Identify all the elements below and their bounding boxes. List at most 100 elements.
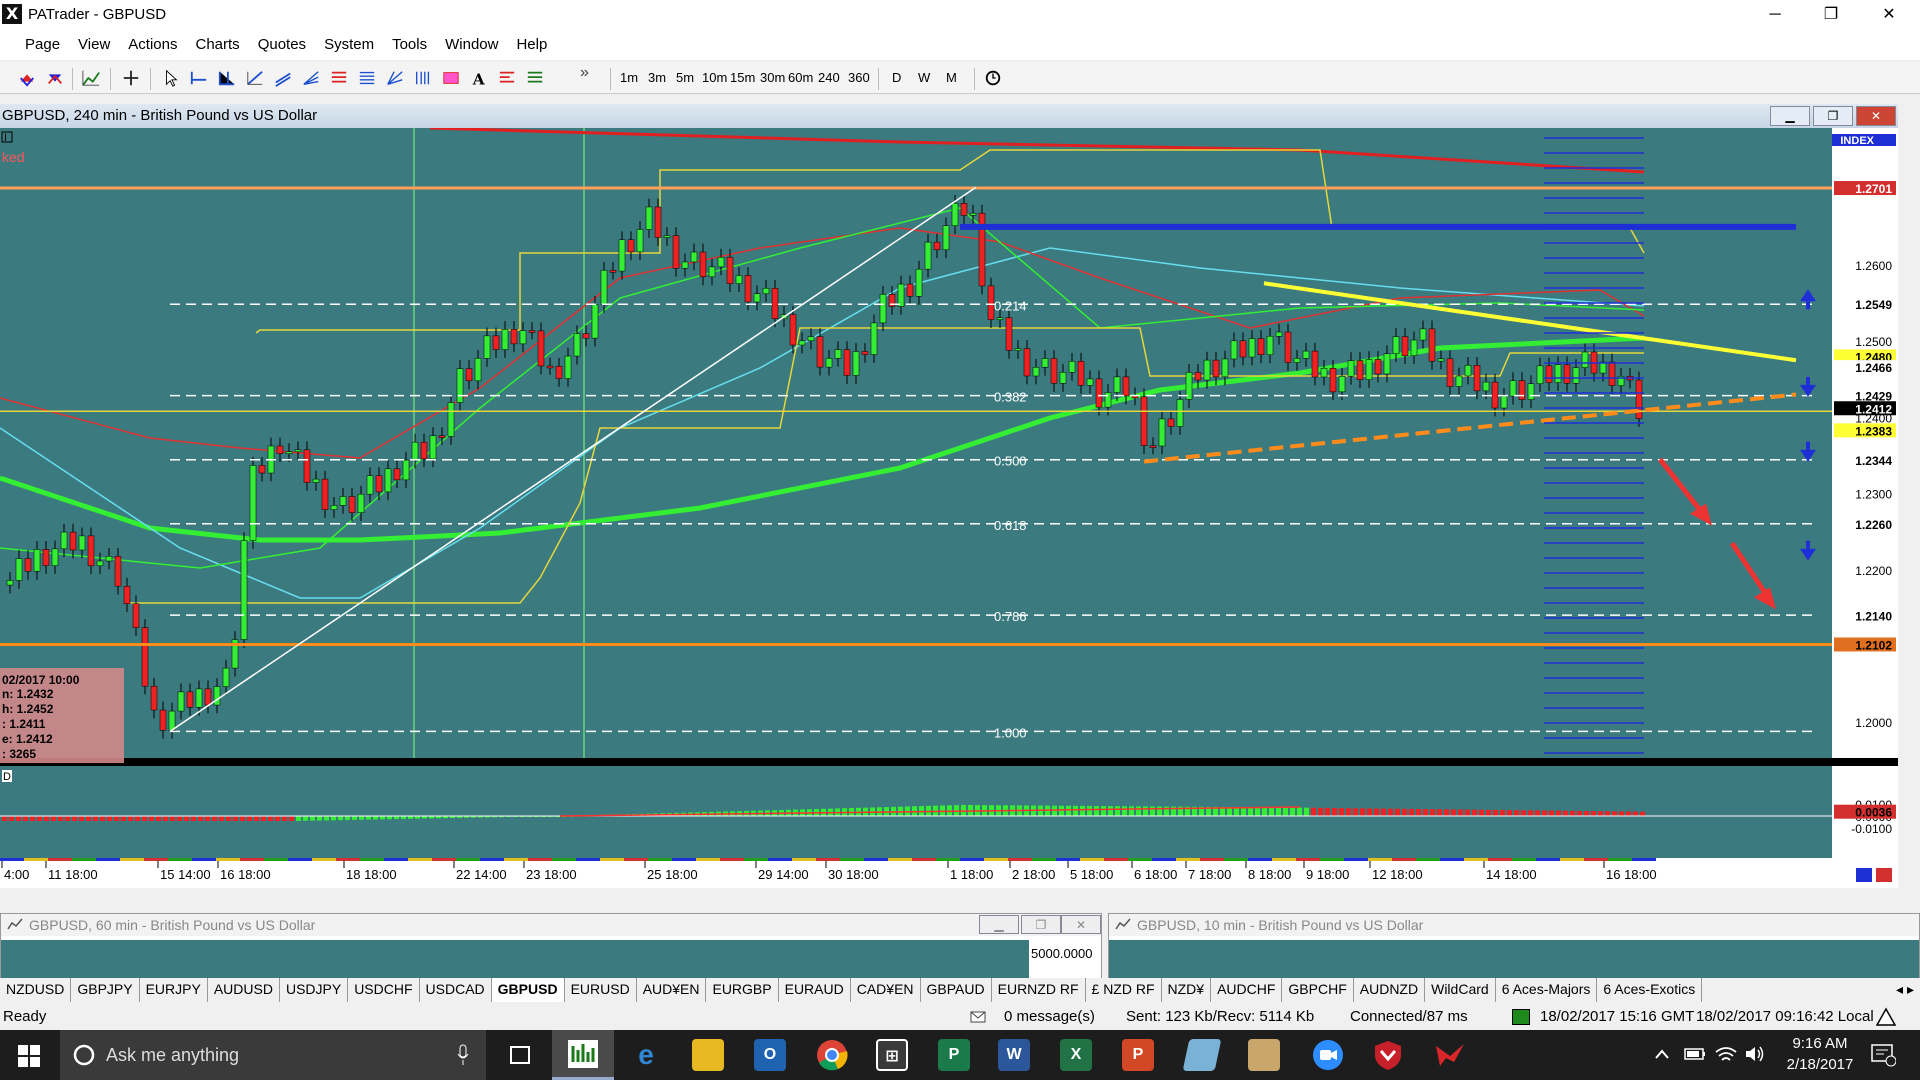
word-icon[interactable]: W [998,1039,1030,1071]
symbol-tab[interactable]: USDCHF [348,978,420,1002]
symbol-tab[interactable]: AUDUSD [208,978,280,1002]
subwindow-close-button[interactable]: ✕ [1061,915,1101,934]
zoom-app-icon[interactable] [1312,1039,1344,1071]
menu-system[interactable]: System [315,30,383,60]
symbol-tab[interactable]: CAD¥EN [851,978,921,1002]
subwindow-minimize-button[interactable]: ▁ [979,915,1019,934]
status-messages[interactable]: 0 message(s) [1004,1008,1095,1025]
symbol-tab[interactable]: GBPUSD [491,978,565,1002]
symbol-tab[interactable]: AUD¥EN [637,978,707,1002]
symbol-tab[interactable]: EURNZD RF [992,978,1086,1002]
menu-quotes[interactable]: Quotes [249,30,315,60]
shield-app-icon[interactable] [1372,1039,1404,1071]
chart-close-button[interactable]: ✕ [1856,106,1896,126]
channel-icon[interactable] [272,68,294,88]
fibonacci-fan-icon[interactable] [300,68,322,88]
fibonacci-retracement-icon[interactable] [328,68,350,88]
timeframe-1m[interactable]: 1m [620,70,638,85]
timeframe-weekly[interactable]: W [918,70,930,85]
timeframe-5m[interactable]: 5m [676,70,694,85]
action-center-icon[interactable] [1870,1043,1896,1067]
edge-browser-icon[interactable]: e [630,1039,662,1071]
gann-fan-icon[interactable] [384,68,406,88]
symbol-tab[interactable]: WildCard [1425,978,1496,1002]
powerpoint-icon[interactable]: P [1122,1039,1154,1071]
cortana-search-box[interactable]: Ask me anything [60,1030,486,1080]
menu-help[interactable]: Help [507,30,556,60]
volume-icon[interactable] [1744,1044,1766,1064]
crosshair-icon[interactable] [120,68,142,88]
timeframe-30m[interactable]: 30m [760,70,785,85]
bird-app-icon[interactable] [1434,1042,1466,1068]
symbol-tab[interactable]: GBPAUD [921,978,992,1002]
store-icon[interactable]: ⊞ [876,1039,908,1071]
clock-icon[interactable] [982,68,1004,88]
timeframe-60m[interactable]: 60m [788,70,813,85]
chart-minimize-button[interactable]: ▁ [1770,106,1810,126]
timeframe-3m[interactable]: 3m [648,70,666,85]
chart-panel[interactable]: INDEX I ked 0.214 0.382 0.500 0.618 0.786 1.0… [0,128,1898,888]
subwindow-restore-button[interactable]: ❐ [1021,915,1061,934]
excel-icon[interactable]: X [1060,1039,1092,1071]
subwindow-60min[interactable]: GBPUSD, 60 min - British Pound vs US Dol… [0,913,1102,978]
timeframe-10m[interactable]: 10m [702,70,727,85]
subwindow-60min-plot[interactable]: 5000.0000 [1,940,1101,978]
minimize-button[interactable]: ─ [1752,0,1798,30]
restore-button[interactable]: ❐ [1808,0,1854,30]
symbol-tab[interactable]: NZDUSD [0,978,72,1002]
microphone-icon[interactable] [456,1044,470,1066]
fibonacci-extension-icon[interactable] [356,68,378,88]
rectangle-icon[interactable] [440,68,462,88]
symbol-tab[interactable]: 6 Aces-Majors [1496,978,1598,1002]
text-icon[interactable]: A [468,68,490,88]
label-icon[interactable] [496,68,518,88]
symbol-tab[interactable]: EURUSD [565,978,637,1002]
symbol-tab[interactable]: GBPJPY [71,978,140,1002]
symbol-tab[interactable]: USDCAD [420,978,492,1002]
timeframe-360[interactable]: 360 [848,70,870,85]
mail-icon[interactable] [970,1011,986,1023]
menu-page[interactable]: Page [16,30,69,60]
symbol-tab[interactable]: EURAUD [779,978,851,1002]
new-chart-icon[interactable] [80,68,102,88]
vertical-line-icon[interactable] [216,68,238,88]
sell-order-icon[interactable] [44,68,66,88]
menu-tools[interactable]: Tools [383,30,436,60]
timeframe-monthly[interactable]: M [946,70,957,85]
taskbar-clock-date[interactable]: 2/18/2017 [1780,1056,1860,1073]
outlook-icon[interactable]: O [754,1039,786,1071]
trend-line-icon[interactable] [244,68,266,88]
toolbar-overflow-button[interactable]: » [580,64,589,82]
chart-zoom-icon[interactable] [1856,868,1872,882]
symbol-tab[interactable]: £ NZD RF [1086,978,1162,1002]
price-chart[interactable]: INDEX I ked 0.214 0.382 0.500 0.618 0.786 1.0… [0,128,1898,888]
notes-app-icon[interactable] [1182,1039,1222,1071]
pointer-icon[interactable] [160,68,182,88]
timeframe-daily[interactable]: D [892,70,901,85]
battery-icon[interactable] [1684,1047,1706,1061]
taskbar-clock-time[interactable]: 9:16 AM [1780,1035,1860,1052]
buy-order-icon[interactable] [16,68,38,88]
symbol-tab[interactable]: EURGBP [706,978,779,1002]
symbol-tab[interactable]: AUDNZD [1354,978,1426,1002]
menu-window[interactable]: Window [436,30,507,60]
symbol-tab[interactable]: GBPCHF [1282,978,1354,1002]
menu-view[interactable]: View [69,30,119,60]
horizontal-line-icon[interactable] [188,68,210,88]
time-zones-icon[interactable] [412,68,434,88]
symbol-tab[interactable]: 6 Aces-Exotics [1597,978,1703,1002]
taskbar-patrader-app[interactable] [552,1030,614,1080]
tool-app-icon[interactable] [1248,1039,1280,1071]
chart-restore-button[interactable]: ❐ [1813,106,1853,126]
menu-charts[interactable]: Charts [187,30,249,60]
subwindow-10min[interactable]: GBPUSD, 10 min - British Pound vs US Dol… [1108,913,1920,978]
wifi-icon[interactable] [1714,1044,1738,1064]
alert-icon[interactable] [1876,1007,1896,1027]
symbol-tab[interactable]: AUDCHF [1211,978,1283,1002]
timeframe-240[interactable]: 240 [818,70,840,85]
symbol-tab[interactable]: NZD¥ [1162,978,1212,1002]
chrome-icon[interactable] [816,1039,848,1071]
menu-actions[interactable]: Actions [119,30,186,60]
tray-chevron-icon[interactable] [1654,1048,1670,1060]
windows-start-icon[interactable] [18,1045,40,1067]
